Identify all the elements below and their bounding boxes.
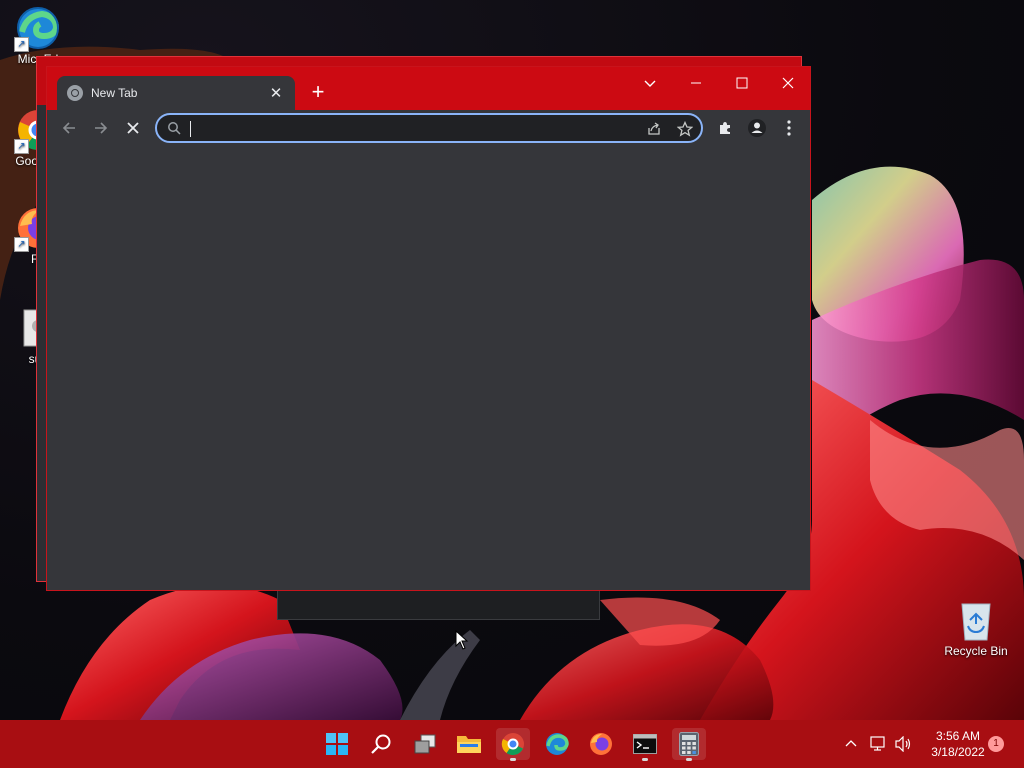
recycle-bin-icon xyxy=(956,598,996,642)
edge-taskbar-button[interactable] xyxy=(540,728,574,760)
clock[interactable]: 3:56 AM 3/18/2022 xyxy=(918,728,998,760)
new-tab-button[interactable]: + xyxy=(305,79,331,105)
desktop-icon-recycle-bin[interactable]: Recycle Bin xyxy=(940,598,1012,658)
maximize-button[interactable] xyxy=(719,67,765,99)
chrome-icon xyxy=(501,733,524,756)
tab-search-button[interactable] xyxy=(627,67,673,99)
clock-date: 3/18/2022 xyxy=(931,745,985,759)
chrome-menu-button[interactable] xyxy=(775,114,803,142)
recycle-bin-label: Recycle Bin xyxy=(944,644,1008,658)
back-button[interactable] xyxy=(55,114,83,142)
stop-icon xyxy=(127,122,139,134)
running-indicator xyxy=(642,758,648,761)
close-icon xyxy=(782,77,794,89)
extensions-button[interactable] xyxy=(711,114,739,142)
calculator-icon xyxy=(679,732,699,756)
windows-logo-icon xyxy=(326,733,348,755)
maximize-icon xyxy=(736,77,748,89)
network-icon xyxy=(870,736,885,751)
close-window-button[interactable] xyxy=(765,67,811,99)
minimize-button[interactable] xyxy=(673,67,719,99)
edge-icon: ↗ xyxy=(14,6,60,52)
browser-toolbar xyxy=(47,110,810,146)
share-icon xyxy=(648,122,660,135)
bookmark-button[interactable] xyxy=(674,118,696,140)
profile-button[interactable] xyxy=(743,114,771,142)
firefox-taskbar-button[interactable] xyxy=(584,728,618,760)
terminal-taskbar-button[interactable] xyxy=(628,728,662,761)
chrome-window[interactable]: New Tab ✕ + xyxy=(46,66,811,591)
chevron-up-icon xyxy=(845,740,857,747)
show-hidden-icons-button[interactable] xyxy=(844,720,858,768)
task-view-button[interactable] xyxy=(408,728,442,760)
search-button[interactable] xyxy=(364,728,398,760)
notification-badge[interactable]: 1 xyxy=(988,736,1004,752)
window-shadow-panel xyxy=(277,588,600,620)
share-button[interactable] xyxy=(643,118,665,140)
stop-loading-button[interactable] xyxy=(119,114,147,142)
menu-icon xyxy=(787,120,791,136)
start-button[interactable] xyxy=(320,728,354,760)
volume-button[interactable] xyxy=(895,720,913,768)
title-bar[interactable]: New Tab ✕ + xyxy=(47,67,810,110)
tab-title: New Tab xyxy=(91,86,138,100)
address-input[interactable] xyxy=(189,118,633,140)
file-explorer-button[interactable] xyxy=(452,728,486,760)
firefox-icon xyxy=(590,733,612,755)
calculator-taskbar-button[interactable] xyxy=(672,728,706,761)
star-icon xyxy=(676,120,694,137)
network-button[interactable] xyxy=(870,720,888,768)
shortcut-arrow-icon: ↗ xyxy=(14,37,29,52)
forward-button[interactable] xyxy=(87,114,115,142)
volume-icon xyxy=(895,736,911,752)
new-tab-favicon-icon xyxy=(67,85,83,101)
text-caret xyxy=(190,121,191,137)
running-indicator xyxy=(686,758,692,761)
page-content xyxy=(47,146,810,590)
task-view-icon xyxy=(414,734,436,754)
shortcut-arrow-icon: ↗ xyxy=(14,139,29,154)
clock-time: 3:56 AM xyxy=(935,729,981,743)
terminal-icon xyxy=(633,734,657,754)
taskbar: 3:56 AM 3/18/2022 xyxy=(0,720,1024,768)
profile-icon xyxy=(748,119,766,137)
chevron-down-icon xyxy=(644,80,656,87)
folder-icon xyxy=(457,736,481,753)
search-icon xyxy=(371,734,391,754)
running-indicator xyxy=(510,758,516,761)
arrow-left-icon xyxy=(62,122,75,134)
tab-new-tab[interactable]: New Tab ✕ xyxy=(57,76,295,110)
chrome-taskbar-button[interactable] xyxy=(496,728,530,761)
edge-icon xyxy=(546,733,569,755)
puzzle-icon xyxy=(720,122,730,134)
address-bar[interactable] xyxy=(155,113,703,143)
mouse-cursor-icon xyxy=(455,630,469,650)
shortcut-arrow-icon: ↗ xyxy=(14,237,29,252)
search-icon xyxy=(168,122,181,135)
arrow-right-icon xyxy=(95,122,108,134)
minimize-icon xyxy=(691,82,701,84)
tab-close-button[interactable]: ✕ xyxy=(267,84,285,102)
